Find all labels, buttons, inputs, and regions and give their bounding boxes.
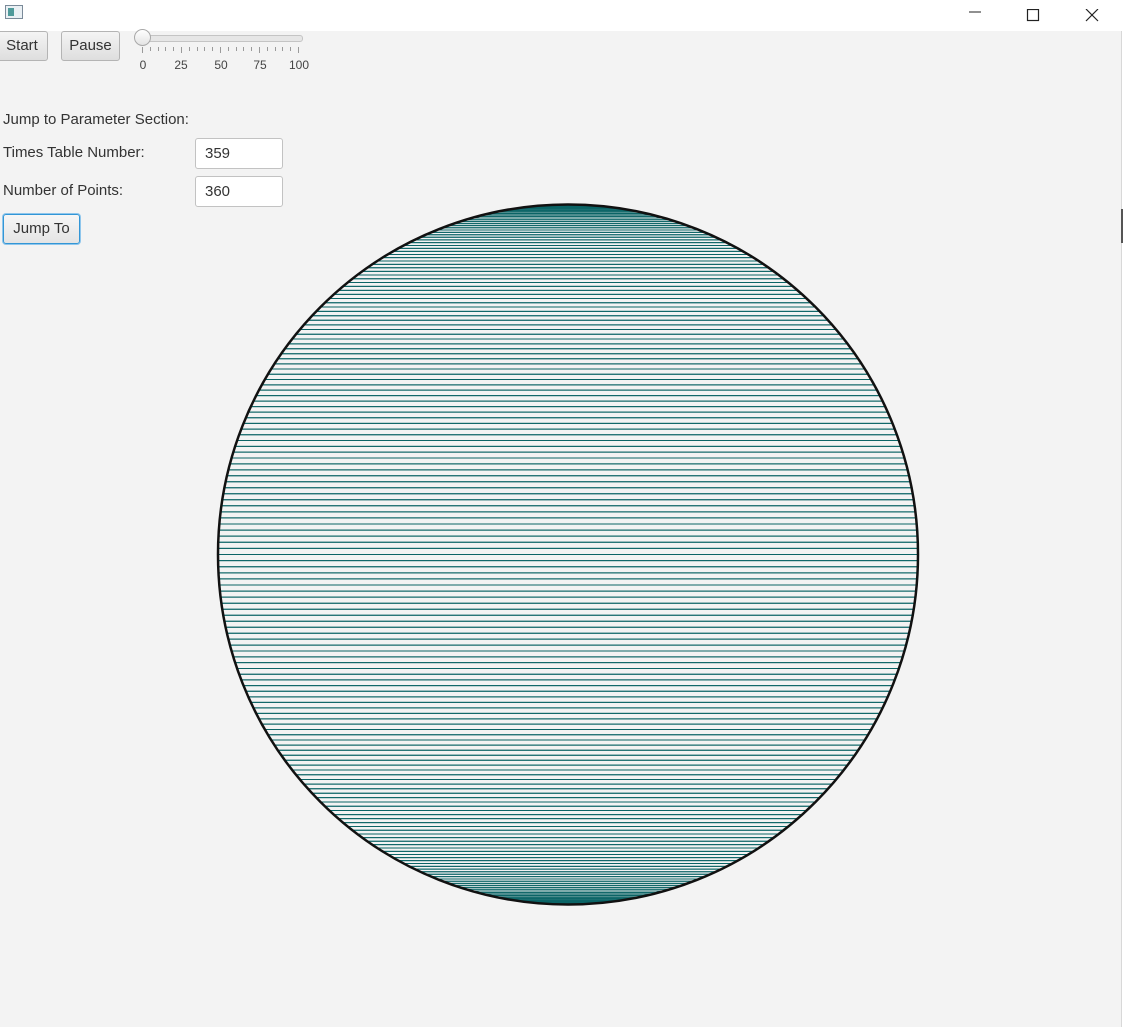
slider-tick: [181, 47, 182, 53]
slider-tick: [220, 47, 221, 53]
points-input[interactable]: [195, 176, 283, 207]
section-label: Jump to Parameter Section:: [3, 111, 189, 128]
slider-tick: [173, 47, 175, 51]
slider-tick: [212, 47, 214, 51]
speed-slider[interactable]: 0 25 50 75 100: [133, 28, 313, 76]
slider-tick: [298, 47, 299, 53]
slider-tick-label: 75: [253, 58, 267, 72]
slider-tick: [235, 47, 237, 51]
slider-tick: [290, 47, 292, 51]
slider-tick: [274, 47, 276, 51]
slider-tick: [188, 47, 190, 51]
slider-tick-label: 50: [214, 58, 228, 72]
chord-lines: [218, 204, 918, 905]
slider-tick: [266, 47, 268, 51]
slider-tick: [282, 47, 284, 51]
pause-button[interactable]: Pause: [61, 31, 120, 61]
slider-tick: [157, 47, 159, 51]
slider-tick: [251, 47, 253, 51]
slider-tick: [227, 47, 229, 51]
times-table-input[interactable]: [195, 138, 283, 169]
slider-tick: [243, 47, 245, 51]
slider-tick: [196, 47, 198, 51]
times-table-canvas: [216, 203, 920, 906]
slider-tick: [142, 47, 143, 53]
slider-thumb[interactable]: [134, 29, 151, 46]
jump-to-button[interactable]: Jump To: [3, 214, 80, 244]
points-label: Number of Points:: [3, 182, 124, 199]
slider-track: [141, 35, 303, 42]
slider-tick: [259, 47, 260, 53]
slider-tick: [165, 47, 167, 51]
start-button[interactable]: Start: [0, 31, 48, 61]
slider-tick-label: 25: [174, 58, 188, 72]
slider-tick-label: 0: [139, 58, 147, 72]
slider-tick: [204, 47, 206, 51]
slider-tick-label: 100: [288, 58, 310, 72]
times-table-label: Times Table Number:: [3, 144, 145, 161]
slider-tick: [149, 47, 151, 51]
